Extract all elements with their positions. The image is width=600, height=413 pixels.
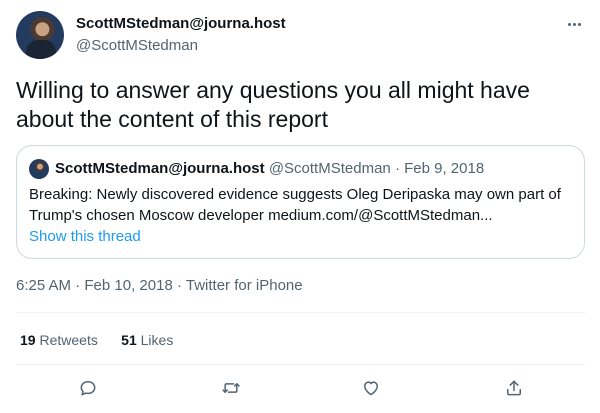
like-icon[interactable] [359,376,383,400]
quoted-separator: · [394,160,400,177]
author-display-name[interactable]: ScottMStedman@journa.host [76,15,286,32]
divider [16,312,585,313]
author-handle[interactable]: @ScottMStedman [76,37,198,54]
show-thread-link[interactable]: Show this thread [29,228,141,245]
share-icon[interactable] [502,376,526,400]
divider [16,364,585,365]
more-icon[interactable] [562,14,586,34]
reply-icon[interactable] [76,376,100,400]
quoted-author-handle: @ScottMStedman [268,160,391,177]
retweet-icon[interactable] [219,376,243,400]
quoted-author-display-name: ScottMStedman@journa.host [55,160,265,177]
meta-separator-2: · [176,277,182,294]
author-avatar[interactable] [16,11,64,59]
tweet-source: Twitter for iPhone [185,277,303,294]
retweets-label: Retweets [39,332,98,348]
quoted-tweet-card[interactable]: ScottMStedman@journa.host @ScottMStedman… [16,145,585,259]
quoted-tweet-header: ScottMStedman@journa.host @ScottMStedman… [55,160,484,177]
retweets-stat[interactable]: 19 Retweets [20,332,98,348]
likes-label: Likes [140,332,174,348]
tweet-date[interactable]: Feb 10, 2018 [84,277,172,294]
retweets-count: 19 [20,332,36,348]
likes-count: 51 [121,332,137,348]
tweet-time[interactable]: 6:25 AM [16,277,71,294]
quoted-tweet-text: Breaking: Newly discovered evidence sugg… [29,186,561,224]
meta-separator-1: · [75,277,81,294]
quoted-author-avatar [29,159,49,179]
tweet-meta-line: 6:25 AM · Feb 10, 2018 · Twitter for iPh… [16,277,303,294]
likes-stat[interactable]: 51 Likes [121,332,173,348]
engagement-stats: 19 Retweets 51 Likes [20,332,173,348]
tweet-text: Willing to answer any questions you all … [16,77,530,132]
quoted-tweet-date: Feb 9, 2018 [404,160,485,177]
